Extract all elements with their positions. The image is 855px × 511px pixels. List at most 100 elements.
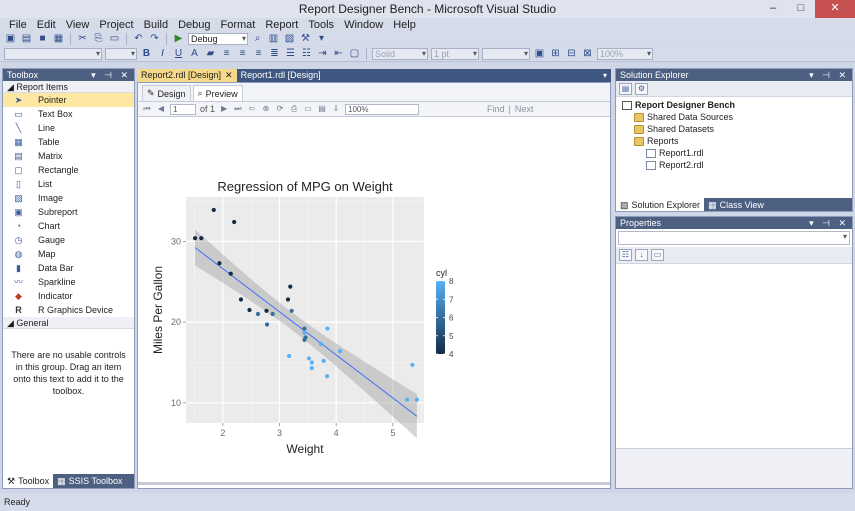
toolbox-item-r-graphics-device[interactable]: R R Graphics Device — [3, 303, 134, 317]
border-icon[interactable]: ▢ — [348, 48, 361, 60]
previous-page-icon[interactable]: ◀ — [156, 104, 166, 114]
align-center-icon[interactable]: ≡ — [236, 48, 249, 60]
line-width-select[interactable]: 1 pt — [431, 48, 479, 60]
size-objects-icon[interactable]: ⊟ — [565, 48, 578, 60]
close-button[interactable]: ✕ — [815, 0, 855, 18]
tab-preview[interactable]: ⌕ Preview — [192, 85, 243, 101]
justify-icon[interactable]: ≣ — [268, 48, 281, 60]
align-right-icon[interactable]: ≡ — [252, 48, 265, 60]
copy-icon[interactable]: ⎘ — [92, 33, 105, 45]
export-icon[interactable]: ⇩ — [331, 104, 341, 114]
menu-project[interactable]: Project — [94, 18, 138, 32]
toolbox-item-table[interactable]: ▦ Table — [3, 135, 134, 149]
minimize-button[interactable]: – — [759, 0, 787, 18]
zoom-select[interactable]: 100% — [597, 48, 653, 60]
line-style-select[interactable]: Solid — [372, 48, 428, 60]
menu-tools[interactable]: Tools — [303, 18, 339, 32]
bullets-icon[interactable]: ☰ — [284, 48, 297, 60]
menu-report[interactable]: Report — [260, 18, 303, 32]
maximize-button[interactable]: □ — [787, 0, 815, 18]
numbering-icon[interactable]: ☷ — [300, 48, 313, 60]
tab-report1-design[interactable]: Report1.rdl [Design] — [237, 69, 325, 82]
save-icon[interactable]: ■ — [36, 33, 49, 45]
align-left-icon[interactable]: ≡ — [220, 48, 233, 60]
menu-file[interactable]: File — [4, 18, 32, 32]
tree-item-shared-data-sources[interactable]: Shared Data Sources — [622, 111, 852, 123]
print-layout-icon[interactable]: ▭ — [303, 104, 313, 114]
outdent-icon[interactable]: ⇤ — [332, 48, 345, 60]
tab-solution-explorer[interactable]: ▧ Solution Explorer — [616, 198, 705, 211]
tab-toolbox[interactable]: ⚒ Toolbox — [3, 474, 54, 488]
report-zoom-select[interactable]: 100% — [345, 103, 420, 115]
first-page-icon[interactable]: ⏮ — [142, 104, 152, 114]
underline-icon[interactable]: U — [172, 48, 185, 60]
indent-icon[interactable]: ⇥ — [316, 48, 329, 60]
properties-window-icon[interactable]: ▥ — [267, 33, 280, 45]
tab-overflow-icon[interactable]: ▾ — [603, 69, 607, 82]
toolbox-item-text-box[interactable]: ▭ Text Box — [3, 107, 134, 121]
next-page-icon[interactable]: ▶ — [219, 104, 229, 114]
panel-pin-close-icon[interactable]: ▾ ⊣ ✕ — [809, 69, 849, 81]
line-color-select[interactable] — [482, 48, 530, 60]
panel-pin-close-icon[interactable]: ▾ ⊣ ✕ — [809, 217, 849, 229]
bold-icon[interactable]: B — [140, 48, 153, 60]
toolbox-item-chart[interactable]: ◔ Chart — [3, 219, 134, 233]
align-objects-icon[interactable]: ⊞ — [549, 48, 562, 60]
close-tab-icon[interactable]: ✕ — [225, 69, 233, 82]
toolbox-item-map[interactable]: ◍ Map — [3, 247, 134, 261]
menu-help[interactable]: Help — [388, 18, 421, 32]
tab-design[interactable]: ✎ Design — [142, 85, 191, 101]
italic-icon[interactable]: I — [156, 48, 169, 60]
overflow-icon[interactable]: ▾ — [315, 33, 328, 45]
new-project-icon[interactable]: ▣ — [4, 33, 17, 45]
alphabetical-icon[interactable]: ↓ — [635, 249, 648, 261]
tab-report2-design[interactable]: Report2.rdl [Design] ✕ — [137, 69, 237, 82]
toolbox-group-general[interactable]: ◢ General — [3, 317, 134, 329]
find-link[interactable]: Find — [487, 104, 505, 114]
categorized-icon[interactable]: ☷ — [619, 249, 632, 261]
toolbox-item-subreport[interactable]: ▣ Subreport — [3, 205, 134, 219]
font-name-select[interactable] — [4, 48, 102, 60]
toolbox-item-gauge[interactable]: ◷ Gauge — [3, 233, 134, 247]
solution-explorer-icon[interactable]: ▧ — [283, 33, 296, 45]
next-link[interactable]: Next — [515, 104, 534, 114]
object-select[interactable] — [618, 231, 850, 245]
toolbox-item-pointer[interactable]: ➤ Pointer — [3, 93, 134, 107]
font-color-icon[interactable]: A — [188, 48, 201, 60]
toolbox-item-indicator[interactable]: ◆ Indicator — [3, 289, 134, 303]
menu-debug[interactable]: Debug — [173, 18, 215, 32]
undo-icon[interactable]: ↶ — [132, 33, 145, 45]
menu-view[interactable]: View — [61, 18, 95, 32]
paste-icon[interactable]: ▭ — [108, 33, 121, 45]
configuration-select[interactable]: Debug — [188, 33, 248, 45]
toolbox-item-image[interactable]: ▨ Image — [3, 191, 134, 205]
font-size-select[interactable] — [105, 48, 137, 60]
back-icon[interactable]: ⇦ — [247, 104, 257, 114]
page-number-input[interactable]: 1 — [170, 103, 196, 115]
open-icon[interactable]: ▤ — [20, 33, 33, 45]
show-all-files-icon[interactable]: ⚙ — [635, 82, 648, 95]
toolbox-group-report-items[interactable]: ◢ Report Items — [3, 81, 134, 93]
tree-item-report2-rdl[interactable]: Report2.rdl — [622, 159, 852, 171]
tree-item-reports[interactable]: Reports — [622, 135, 852, 147]
tree-item-report1-rdl[interactable]: Report1.rdl — [622, 147, 852, 159]
redo-icon[interactable]: ↷ — [148, 33, 161, 45]
toolbox-item-matrix[interactable]: ▤ Matrix — [3, 149, 134, 163]
toolbox-item-line[interactable]: ╲ Line — [3, 121, 134, 135]
properties-icon[interactable]: ▤ — [619, 82, 632, 95]
refresh-icon[interactable]: ⟳ — [275, 104, 285, 114]
menu-build[interactable]: Build — [139, 18, 173, 32]
toolbox-item-list[interactable]: ▯ List — [3, 177, 134, 191]
property-pages-icon[interactable]: ▭ — [651, 249, 664, 261]
find-icon[interactable]: ⌕ — [251, 33, 264, 45]
save-all-icon[interactable]: ▦ — [52, 33, 65, 45]
start-icon[interactable]: ▶ — [172, 33, 185, 45]
tab-class-view[interactable]: ▦ Class View — [704, 198, 768, 211]
spacing-icon[interactable]: ⊠ — [581, 48, 594, 60]
background-color-icon[interactable]: ▣ — [533, 48, 546, 60]
toolbox-item-data-bar[interactable]: ▮ Data Bar — [3, 261, 134, 275]
panel-pin-close-icon[interactable]: ▾ ⊣ ✕ — [91, 69, 131, 81]
toolbox-item-sparkline[interactable]: 〰 Sparkline — [3, 275, 134, 289]
tab-ssis-toolbox[interactable]: ▦ SSIS Toolbox — [53, 474, 126, 488]
highlight-icon[interactable]: ▰ — [204, 48, 217, 60]
